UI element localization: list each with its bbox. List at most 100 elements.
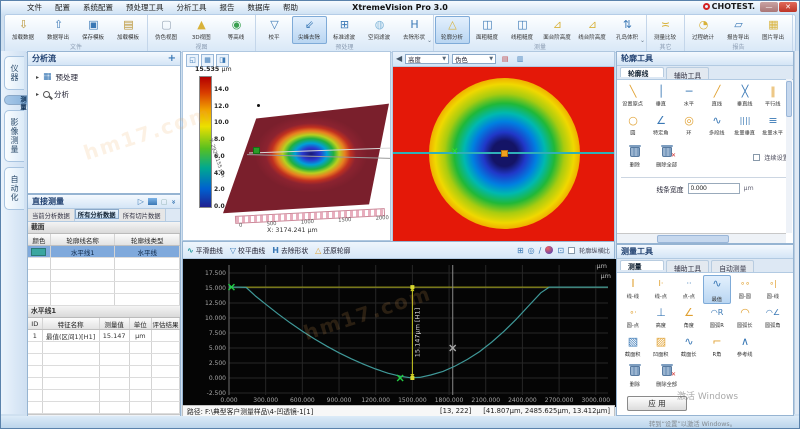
- line-width-input[interactable]: [688, 183, 740, 194]
- sidebar-tab-1[interactable]: 仪器: [4, 56, 24, 90]
- tool-button[interactable]: ∠特定角: [647, 112, 675, 141]
- tool-button[interactable]: ··点-点: [675, 275, 703, 304]
- ribbon-button[interactable]: ⊞标准滤波: [327, 16, 362, 44]
- ribbon-button[interactable]: ▱报告导出: [721, 16, 756, 44]
- run-icon[interactable]: ▷: [138, 197, 144, 206]
- ribbon-button[interactable]: ◍空间滤波: [362, 16, 397, 44]
- table-row-empty[interactable]: [28, 258, 180, 270]
- profile-chart[interactable]: 17.50015.00012.50010.0007.5005.0002.5000…: [183, 259, 616, 407]
- grid-blue-icon[interactable]: ▥: [514, 53, 526, 65]
- chart-tool-button[interactable]: ▽校平曲线: [230, 245, 265, 255]
- pseudo-color-image[interactable]: ✕: [393, 67, 614, 241]
- expand-arrow-icon[interactable]: ▸: [36, 74, 39, 81]
- tool-button[interactable]: ◠圆弧长: [731, 304, 759, 333]
- ribbon-button[interactable]: ▲3D视图: [184, 16, 219, 44]
- tool-button[interactable]: ∿截面长: [675, 333, 703, 362]
- tool-tab[interactable]: 辅助工具: [666, 260, 709, 272]
- tool-button[interactable]: ╲设置原点: [619, 83, 647, 112]
- ribbon-button[interactable]: ▦图片导出: [756, 16, 791, 44]
- tool-button[interactable]: ◎环: [675, 112, 703, 141]
- close-button[interactable]: ✕: [779, 2, 797, 12]
- tool-button[interactable]: ─水平: [675, 83, 703, 112]
- tool-button[interactable]: ∘|圆-线: [759, 275, 787, 304]
- view-3d[interactable]: ◱ ▦ ◨ 15.535 μm 14.012.010.08.06.04.02.0…: [182, 51, 391, 241]
- table-row-empty[interactable]: [28, 366, 180, 378]
- aspect-ratio-checkbox[interactable]: [568, 247, 575, 254]
- ribbon-button[interactable]: ⇩加载数据: [6, 16, 41, 44]
- ribbon-button[interactable]: ▣保存模板: [76, 16, 111, 44]
- data-tab[interactable]: 所有分析数据: [75, 209, 119, 219]
- delete-tool-button[interactable]: 删除全部: [653, 143, 681, 172]
- ribbon-button[interactable]: ◫面粗糙度: [470, 16, 505, 44]
- ribbon-button[interactable]: ⇧数据导出: [41, 16, 76, 44]
- menu-item[interactable]: 数据库: [248, 2, 271, 13]
- table-row-empty[interactable]: [28, 402, 180, 414]
- sidebar-tab-3[interactable]: 影像测量: [4, 110, 24, 162]
- table-row[interactable]: 水平线1水平线: [28, 246, 180, 258]
- table-row-empty[interactable]: [28, 294, 180, 306]
- horizontal-scrollbar[interactable]: [617, 233, 786, 243]
- group-expand-icon[interactable]: ⌄: [640, 37, 645, 44]
- back-chevron-icon[interactable]: ◀: [396, 54, 402, 64]
- tool-button[interactable]: ∘·圆-点: [619, 304, 647, 333]
- ribbon-button[interactable]: ◉等高线: [219, 16, 254, 44]
- tool-button[interactable]: ⊥高度: [647, 304, 675, 333]
- continuous-set-checkbox[interactable]: [753, 154, 760, 161]
- tool-button[interactable]: ≡批量水平: [759, 112, 787, 141]
- menu-item[interactable]: 文件: [27, 2, 42, 13]
- collapse-chevron-icon[interactable]: »: [170, 199, 178, 204]
- ribbon-button[interactable]: △轮廓分析: [435, 16, 470, 44]
- tool-button[interactable]: ⌐R角: [703, 333, 731, 362]
- tool-button[interactable]: ▧截面积: [619, 333, 647, 362]
- tool-button[interactable]: ||||批量垂直: [731, 112, 759, 141]
- tool-button[interactable]: ∥平行线: [759, 83, 787, 112]
- tool-tab[interactable]: 轮廓线: [620, 67, 664, 77]
- chart-tool-button[interactable]: △还原轮廓: [315, 245, 350, 255]
- menu-item[interactable]: 配置: [55, 2, 70, 13]
- sidebar-tab-4[interactable]: 自动化: [4, 167, 24, 210]
- tool-button[interactable]: ∘∘圆-圆: [731, 275, 759, 304]
- menu-item[interactable]: 预处理工具: [126, 2, 164, 13]
- table-row[interactable]: 1最值(区间1)[H1]15.147μm: [28, 330, 180, 342]
- expand-arrow-icon[interactable]: ▸: [36, 91, 39, 98]
- delete-tool-button[interactable]: 删除: [621, 362, 649, 391]
- tool-button[interactable]: ╳垂直线: [731, 83, 759, 112]
- data-tab[interactable]: 所有切片数据: [119, 209, 166, 221]
- table-row-empty[interactable]: [28, 342, 180, 354]
- sphere-icon[interactable]: [545, 246, 553, 254]
- tool-tab[interactable]: 自动测量: [711, 260, 754, 272]
- data-tab[interactable]: 当前分析数据: [28, 209, 75, 221]
- menu-item[interactable]: 帮助: [283, 2, 298, 13]
- tool-button[interactable]: │垂直: [647, 83, 675, 112]
- tool-button[interactable]: ○圆: [619, 112, 647, 141]
- snapshot-icon[interactable]: [148, 198, 157, 205]
- ribbon-button[interactable]: ⊿线台阶高度: [575, 16, 610, 44]
- tool-button[interactable]: ╱直线: [703, 83, 731, 112]
- tool-button[interactable]: ∿多段线: [703, 112, 731, 141]
- ribbon-button[interactable]: ⇙尖峰去除: [292, 16, 327, 44]
- ribbon-button[interactable]: ≍测量比较: [648, 16, 683, 44]
- ribbon-button[interactable]: ◔过程统计: [686, 16, 721, 44]
- tool-button[interactable]: ∧参考线: [731, 333, 759, 362]
- chart-tool-button[interactable]: H去除形状: [272, 245, 308, 255]
- tool-button[interactable]: I·线-点: [647, 275, 675, 304]
- minimize-button[interactable]: —: [760, 2, 778, 12]
- zoom-cursor-icon[interactable]: ◎: [528, 246, 535, 255]
- vertical-scrollbar[interactable]: [786, 79, 792, 233]
- ribbon-button[interactable]: ◫线粗糙度: [505, 16, 540, 44]
- add-flow-step-button[interactable]: +: [168, 53, 176, 64]
- tool-button[interactable]: ▨凹面积: [647, 333, 675, 362]
- fit-view-icon[interactable]: ⊡: [557, 246, 564, 255]
- tool-button[interactable]: ◠R圆弧R: [703, 304, 731, 333]
- colormap-select[interactable]: 伪色▼: [452, 54, 496, 64]
- delete-tool-button[interactable]: 删除: [621, 143, 649, 172]
- tool-button[interactable]: I线-线: [619, 275, 647, 304]
- tool-button[interactable]: ∠角度: [675, 304, 703, 333]
- tool-tab[interactable]: 辅助工具: [666, 67, 709, 79]
- panel-scrollbar[interactable]: [794, 51, 800, 414]
- table-row-empty[interactable]: [28, 354, 180, 366]
- flow-step[interactable]: ▸▦预处理: [28, 66, 180, 83]
- menu-item[interactable]: 报告: [220, 2, 235, 13]
- pen-icon[interactable]: ∕: [539, 246, 542, 255]
- tool-tab[interactable]: 测量: [620, 260, 664, 270]
